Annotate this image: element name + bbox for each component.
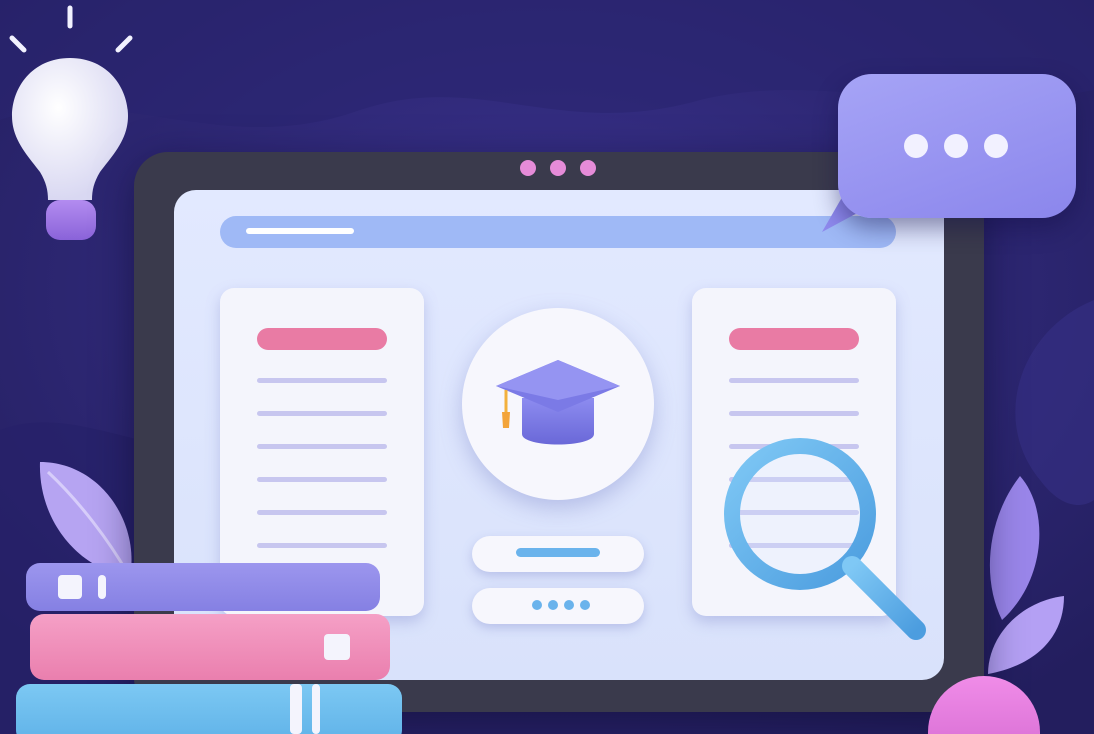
book-label-stripe — [98, 575, 106, 599]
book-spine-stripe — [290, 684, 302, 734]
camera-dot — [520, 160, 536, 176]
password-dot — [564, 600, 574, 610]
document-text-line — [257, 411, 387, 416]
typing-dot — [904, 134, 928, 158]
password-dot — [580, 600, 590, 610]
book-blue — [16, 684, 402, 734]
magnifier-icon — [724, 438, 926, 640]
document-text-line — [257, 378, 387, 383]
typing-indicator — [904, 134, 1008, 158]
password-dot — [532, 600, 542, 610]
document-text-line — [729, 378, 859, 383]
document-text-line — [257, 444, 387, 449]
password-dot — [548, 600, 558, 610]
lightbulb-icon — [9, 5, 133, 240]
document-heading-bar — [729, 328, 859, 350]
camera-dot — [580, 160, 596, 176]
document-heading-bar — [257, 328, 387, 350]
document-text-line — [257, 510, 387, 515]
leaf-icon — [988, 476, 1064, 674]
pill-progress-bar — [516, 548, 600, 557]
typing-dot — [984, 134, 1008, 158]
document-text-line — [257, 543, 387, 548]
document-text-line — [729, 411, 859, 416]
book-label — [58, 575, 82, 599]
camera-dots — [520, 160, 596, 176]
camera-dot — [550, 160, 566, 176]
illustration-scene — [0, 0, 1094, 734]
document-text-line — [257, 477, 387, 482]
password-dots — [532, 600, 590, 610]
graduation-cap-icon — [496, 360, 620, 445]
book-spine-stripe — [312, 684, 320, 734]
book-label — [324, 634, 350, 660]
address-bar-text-line — [246, 228, 354, 234]
typing-dot — [944, 134, 968, 158]
